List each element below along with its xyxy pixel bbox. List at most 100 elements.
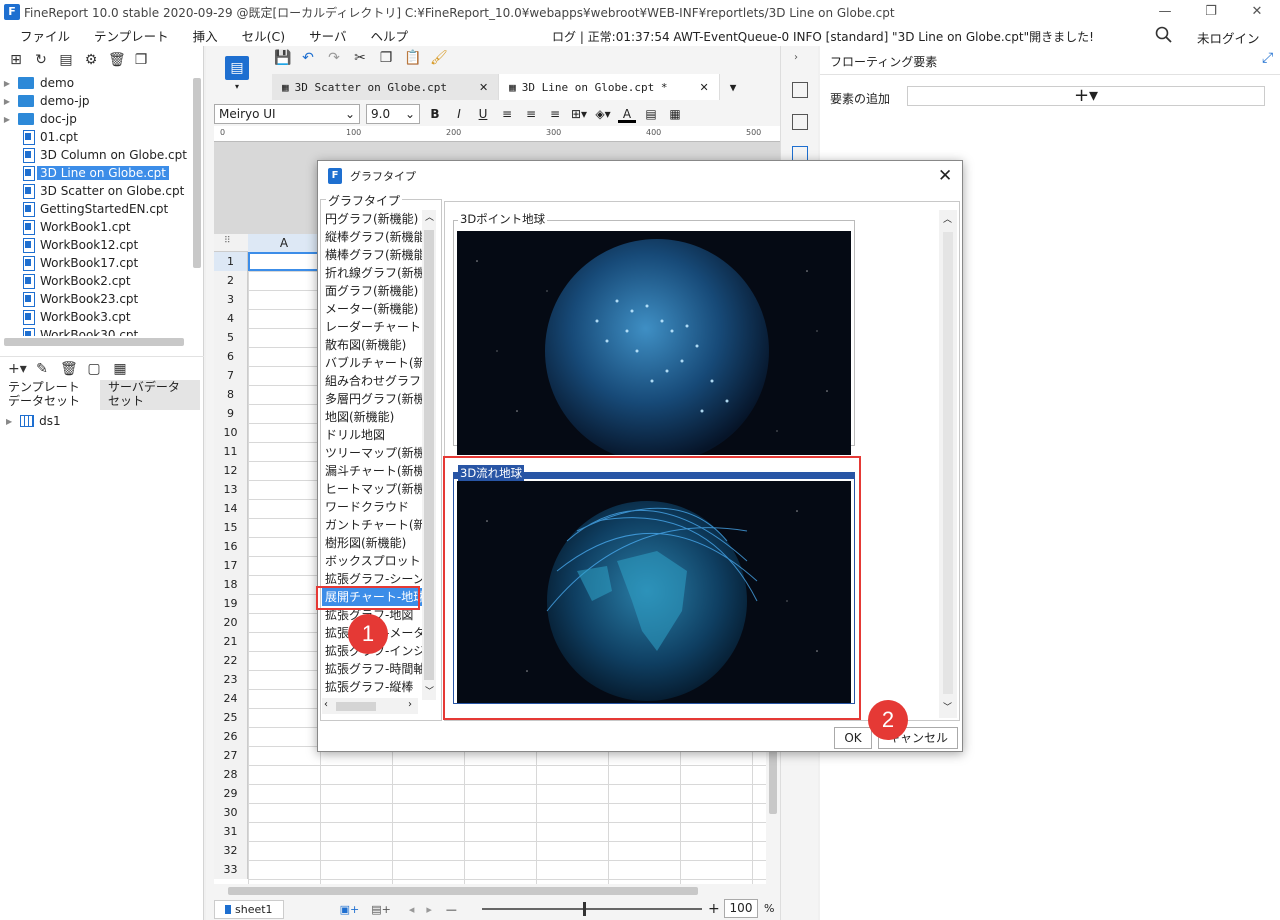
tree-file-item[interactable]: 01.cpt — [0, 128, 192, 146]
tree-file-item[interactable]: 3D Line on Globe.cpt — [0, 164, 192, 182]
font-color-icon[interactable]: A — [618, 105, 636, 123]
copy-icon[interactable]: ❐ — [133, 52, 149, 68]
tree-folder-item[interactable]: ▶ demo — [0, 74, 192, 92]
chart-type-item[interactable]: 折れ線グラフ(新機能) — [322, 264, 422, 282]
menu-template[interactable]: テンプレート — [82, 26, 181, 45]
chart-type-item[interactable]: 組み合わせグラフ — [322, 372, 422, 390]
chart-type-item[interactable]: ドリル地図 — [322, 426, 422, 444]
chart-type-item[interactable]: ヒートマップ(新機能) — [322, 480, 422, 498]
dataset-settings-icon[interactable]: ▦ — [112, 361, 128, 377]
chart-type-item[interactable]: 多層円グラフ(新機能) — [322, 390, 422, 408]
search-icon[interactable] — [1155, 26, 1173, 44]
redo-icon[interactable]: ↷ — [326, 50, 342, 66]
zoom-input[interactable]: 100 — [724, 899, 758, 918]
paste-icon[interactable]: 📋 — [404, 50, 421, 66]
row-header[interactable]: 30 — [214, 803, 248, 822]
zoom-out-icon[interactable]: — — [446, 903, 457, 916]
chart-type-item[interactable]: 横棒グラフ(新機能) — [322, 246, 422, 264]
tree-file-item[interactable]: WorkBook2.cpt — [0, 272, 192, 290]
chart-type-item[interactable]: レーダーチャート — [322, 318, 422, 336]
italic-icon[interactable]: I — [450, 105, 468, 123]
row-header[interactable]: 12 — [214, 461, 248, 480]
merge-icon[interactable]: ▤ — [642, 105, 660, 123]
add-sheet-icon[interactable]: ▣+ — [340, 903, 360, 916]
row-header[interactable]: 26 — [214, 727, 248, 746]
row-header[interactable]: 5 — [214, 328, 248, 347]
expand-arrow-icon[interactable]: ▶ — [0, 97, 14, 106]
row-header[interactable]: 21 — [214, 632, 248, 651]
chevron-down-icon[interactable]: ﹀ — [943, 700, 952, 713]
add-dataset-icon[interactable]: +▾ — [8, 361, 27, 377]
zoom-slider[interactable] — [482, 908, 702, 910]
prev-sheet-icon[interactable]: ◂ — [409, 903, 415, 916]
settings-icon[interactable]: ⚙ — [83, 52, 99, 68]
delete-icon[interactable]: 🗑 — [108, 52, 126, 68]
close-tab-icon[interactable]: ✕ — [700, 81, 709, 94]
row-header[interactable]: 29 — [214, 784, 248, 803]
tree-file-item[interactable]: WorkBook17.cpt — [0, 254, 192, 272]
tab-3d-scatter[interactable]: ▦ 3D Scatter on Globe.cpt ✕ — [272, 74, 500, 100]
chart-type-item[interactable]: 樹形図(新機能) — [322, 534, 422, 552]
sheet-tab[interactable]: sheet1 — [214, 899, 284, 919]
chart-type-item[interactable]: 地図(新機能) — [322, 408, 422, 426]
chevron-up-icon[interactable]: ︿ — [943, 212, 952, 225]
row-header[interactable]: 6 — [214, 347, 248, 366]
border-icon[interactable]: ⊞▾ — [570, 105, 588, 123]
row-header[interactable]: 18 — [214, 575, 248, 594]
type-list-vscrollbar[interactable]: ︿ ﹀ — [422, 210, 436, 700]
align-left-icon[interactable]: ≡ — [498, 105, 516, 123]
tree-file-item[interactable]: GettingStartedEN.cpt — [0, 200, 192, 218]
fill-color-icon[interactable]: ◈▾ — [594, 105, 612, 123]
tree-scrollbar[interactable] — [193, 78, 201, 268]
new-report-button[interactable]: ▤ ▾ — [222, 54, 252, 94]
row-header[interactable]: 27 — [214, 746, 248, 765]
row-header[interactable]: 14 — [214, 499, 248, 518]
chart-type-item[interactable]: ガントチャート(新機能) — [322, 516, 422, 534]
tree-file-item[interactable]: 3D Column on Globe.cpt — [0, 146, 192, 164]
delete-icon[interactable]: 🗑 — [60, 361, 78, 377]
tab-template-dataset[interactable]: テンプレート データセット — [0, 380, 100, 410]
chart-type-item[interactable]: 拡張グラフ-時間軸 — [322, 660, 422, 678]
info-icon[interactable] — [792, 114, 808, 130]
row-header[interactable]: 7 — [214, 366, 248, 385]
row-header[interactable]: 32 — [214, 841, 248, 860]
chart-type-item[interactable]: 散布図(新機能) — [322, 336, 422, 354]
format-painter-icon[interactable]: 🖌 — [430, 50, 448, 66]
chart-type-item[interactable]: ツリーマップ(新機能) — [322, 444, 422, 462]
chart-type-item[interactable]: ボックスプロット — [322, 552, 422, 570]
cut-icon[interactable]: ✂ — [352, 50, 368, 66]
close-icon[interactable]: ✕ — [1234, 0, 1280, 22]
tree-folder-item[interactable]: ▶ demo-jp — [0, 92, 192, 110]
tree-file-item[interactable]: WorkBook3.cpt — [0, 308, 192, 326]
tree-file-item[interactable]: WorkBook30.cpt — [0, 326, 192, 336]
copy-icon[interactable]: ❐ — [378, 50, 394, 66]
font-select[interactable]: Meiryo UI ⌄ — [214, 104, 360, 124]
select-all-icon[interactable]: ⠿ — [224, 236, 231, 246]
underline-icon[interactable]: U — [474, 105, 492, 123]
refresh-icon[interactable]: ↻ — [33, 52, 49, 68]
bold-icon[interactable]: B — [426, 105, 444, 123]
row-header[interactable]: 22 — [214, 651, 248, 670]
edit-icon[interactable]: ✎ — [34, 361, 50, 377]
minimize-icon[interactable]: — — [1142, 0, 1188, 22]
chart-type-item[interactable]: 円グラフ(新機能) — [322, 210, 422, 228]
menu-help[interactable]: ヘルプ — [359, 26, 421, 45]
chart-type-item[interactable]: 拡張グラフ-縦棒 — [322, 678, 422, 696]
tree-file-item[interactable]: 3D Scatter on Globe.cpt — [0, 182, 192, 200]
menu-file[interactable]: ファイル — [0, 26, 82, 45]
row-header[interactable]: 9 — [214, 404, 248, 423]
row-header[interactable]: 28 — [214, 765, 248, 784]
new-folder-icon[interactable]: ⊞ — [8, 52, 24, 68]
menu-server[interactable]: サーバ — [297, 26, 358, 45]
chart-type-item[interactable]: メーター(新機能) — [322, 300, 422, 318]
add-poly-sheet-icon[interactable]: ▤+ — [371, 903, 391, 916]
chevron-right-icon[interactable]: › — [408, 699, 412, 710]
preview-vscrollbar[interactable]: ︿ ﹀ — [939, 210, 957, 718]
template-icon[interactable]: ▤ — [58, 52, 74, 68]
row-header[interactable]: 11 — [214, 442, 248, 461]
row-header[interactable]: 15 — [214, 518, 248, 537]
type-list-hscrollbar[interactable]: ‹ › — [322, 698, 418, 714]
row-header[interactable]: 2 — [214, 271, 248, 290]
align-center-icon[interactable]: ≡ — [522, 105, 540, 123]
tree-folder-item[interactable]: ▶ doc-jp — [0, 110, 192, 128]
